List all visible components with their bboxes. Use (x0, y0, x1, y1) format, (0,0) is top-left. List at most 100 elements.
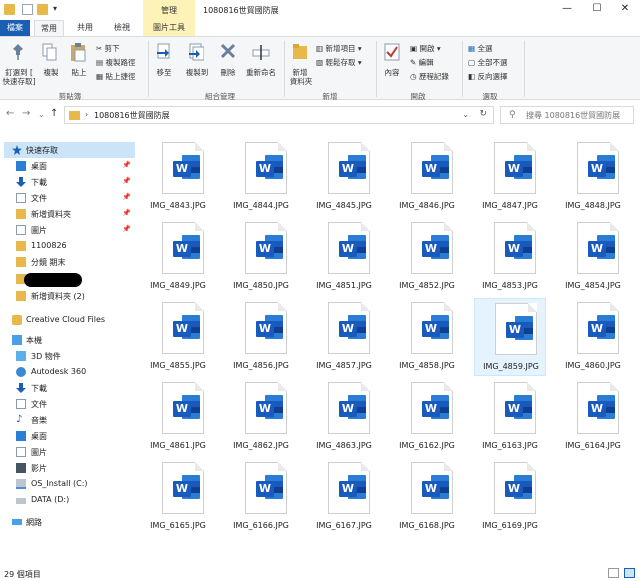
copy-path-label: 複製路徑 (105, 58, 136, 67)
file-item[interactable]: W IMG_6167.JPG (308, 458, 380, 536)
file-item[interactable]: W IMG_4859.JPG (474, 298, 546, 376)
file-item[interactable]: W IMG_4854.JPG (557, 218, 629, 296)
large-icons-view-button[interactable] (624, 568, 635, 578)
nav-music[interactable]: ♪ 音樂 (4, 412, 135, 428)
nav-pc-downloads[interactable]: 下載 (4, 380, 135, 396)
quick-access-toolbar-dropdown[interactable]: ▾ (53, 4, 57, 13)
file-item[interactable]: W IMG_4850.JPG (225, 218, 297, 296)
invert-selection-button[interactable]: ◧ 反向選擇 (468, 71, 507, 82)
tab-home[interactable]: 常用 (34, 20, 64, 36)
nav-data-drive[interactable]: DATA (D:) (4, 492, 135, 508)
word-document-icon: W (162, 302, 204, 354)
file-item[interactable]: W IMG_4860.JPG (557, 298, 629, 376)
nav-creative-cloud[interactable]: Creative Cloud Files (4, 312, 135, 328)
maximize-button[interactable]: ☐ (586, 2, 608, 16)
file-item[interactable]: W IMG_4849.JPG (142, 218, 214, 296)
up-button[interactable]: ↑ (50, 108, 58, 119)
history-label: 歷程記錄 (418, 72, 449, 81)
file-item[interactable]: W IMG_6162.JPG (391, 378, 463, 456)
nav-new-folder-2[interactable]: 新增資料夾 (2) (4, 288, 135, 304)
new-folder-large-icon (293, 44, 307, 59)
nav-downloads[interactable]: 下載 📌 (4, 174, 135, 190)
recent-locations-button[interactable]: ⌄ (38, 110, 45, 119)
file-item[interactable]: W IMG_4856.JPG (225, 298, 297, 376)
file-item[interactable]: W IMG_4853.JPG (474, 218, 546, 296)
nav-autodesk[interactable]: Autodesk 360 (4, 364, 135, 380)
details-view-button[interactable] (608, 568, 619, 578)
forward-button[interactable]: → (22, 108, 30, 119)
file-item[interactable]: W IMG_4851.JPG (308, 218, 380, 296)
edit-button[interactable]: ✎ 編輯 (410, 57, 434, 68)
file-item[interactable]: W IMG_4863.JPG (308, 378, 380, 456)
file-name: IMG_4851.JPG (316, 281, 372, 290)
select-none-button[interactable]: ▢ 全部不選 (468, 57, 507, 68)
properties-icon[interactable] (22, 4, 33, 15)
new-item-button[interactable]: ▥ 新增項目 ▾ (316, 43, 362, 54)
file-name: IMG_4852.JPG (399, 281, 455, 290)
file-item[interactable]: W IMG_4858.JPG (391, 298, 463, 376)
file-item[interactable]: W IMG_4855.JPG (142, 298, 214, 376)
tab-share[interactable]: 共用 (70, 20, 100, 36)
drive-icon (16, 479, 26, 489)
file-item[interactable]: W IMG_6166.JPG (225, 458, 297, 536)
nav-pictures[interactable]: 圖片 📌 (4, 222, 135, 238)
file-item[interactable]: W IMG_4845.JPG (308, 138, 380, 216)
autodesk-icon (16, 367, 26, 377)
nav-this-pc[interactable]: 本機 (4, 332, 135, 348)
address-bar[interactable]: › 1080816世貿國防展 ⌄ ↻ (64, 106, 494, 124)
nav-folder-class[interactable]: 分鏡 期末 (4, 254, 135, 270)
nav-new-folder[interactable]: 新增資料夾 📌 (4, 206, 135, 222)
search-box[interactable]: ⚲ 搜尋 1080816世貿國防展 (500, 106, 634, 124)
breadcrumb-separator[interactable]: › (85, 110, 88, 119)
nav-os-drive[interactable]: OS_Install (C:) (4, 476, 135, 492)
file-item[interactable]: W IMG_4848.JPG (557, 138, 629, 216)
document-icon (16, 399, 26, 409)
nav-quick-access[interactable]: 快速存取 (4, 142, 135, 158)
nav-pc-documents[interactable]: 文件 (4, 396, 135, 412)
back-button[interactable]: ← (6, 108, 14, 119)
nav-network[interactable]: 網路 (4, 514, 135, 530)
copy-path-button[interactable]: ▤ 複製路徑 (96, 57, 135, 68)
tab-view[interactable]: 檢視 (106, 20, 138, 36)
address-dropdown-button[interactable]: ⌄ (462, 110, 469, 119)
file-item[interactable]: W IMG_4861.JPG (142, 378, 214, 456)
file-item[interactable]: W IMG_6168.JPG (391, 458, 463, 536)
file-item[interactable]: W IMG_4844.JPG (225, 138, 297, 216)
new-folder-icon[interactable] (37, 4, 48, 15)
easy-access-button[interactable]: ▧ 輕鬆存取 ▾ (316, 57, 362, 68)
file-item[interactable]: W IMG_6165.JPG (142, 458, 214, 536)
breadcrumb-current-folder[interactable]: 1080816世貿國防展 (94, 110, 170, 121)
select-none-label: 全部不選 (477, 58, 508, 67)
nav-pc-desktop[interactable]: 桌面 (4, 428, 135, 444)
file-item[interactable]: W IMG_4846.JPG (391, 138, 463, 216)
tab-file[interactable]: 檔案 (0, 20, 30, 36)
select-all-button[interactable]: ▦ 全選 (468, 43, 492, 54)
word-document-icon: W (411, 142, 453, 194)
delete-x-icon (220, 43, 236, 59)
nav-3d-objects[interactable]: 3D 物件 (4, 348, 135, 364)
file-item[interactable]: W IMG_4847.JPG (474, 138, 546, 216)
history-button[interactable]: ◷ 歷程記錄 (410, 71, 449, 82)
file-item[interactable]: W IMG_4843.JPG (142, 138, 214, 216)
open-button[interactable]: ▣ 開啟 ▾ (410, 43, 441, 54)
file-item[interactable]: W IMG_6169.JPG (474, 458, 546, 536)
refresh-button[interactable]: ↻ (479, 109, 487, 119)
file-item[interactable]: W IMG_6163.JPG (474, 378, 546, 456)
nav-desktop[interactable]: 桌面 📌 (4, 158, 135, 174)
minimize-button[interactable]: — (556, 2, 578, 16)
nav-videos[interactable]: 影片 (4, 460, 135, 476)
file-item[interactable]: W IMG_4857.JPG (308, 298, 380, 376)
file-name: IMG_6169.JPG (482, 521, 538, 530)
file-item[interactable]: W IMG_6164.JPG (557, 378, 629, 456)
title-bar: ▾ 管理 1080816世貿國防展 — ☐ ✕ (0, 0, 640, 20)
cut-button[interactable]: ✂ 剪下 (96, 43, 120, 54)
paste-shortcut-button[interactable]: ▦ 貼上捷徑 (96, 71, 135, 82)
nav-folder-1100826[interactable]: 1100826 (4, 238, 135, 254)
nav-documents[interactable]: 文件 📌 (4, 190, 135, 206)
word-document-icon: W (162, 222, 204, 274)
close-button[interactable]: ✕ (614, 2, 636, 16)
file-item[interactable]: W IMG_4862.JPG (225, 378, 297, 456)
tab-picture-tools[interactable]: 圖片工具 (143, 20, 195, 36)
nav-pc-pictures[interactable]: 圖片 (4, 444, 135, 460)
file-item[interactable]: W IMG_4852.JPG (391, 218, 463, 296)
